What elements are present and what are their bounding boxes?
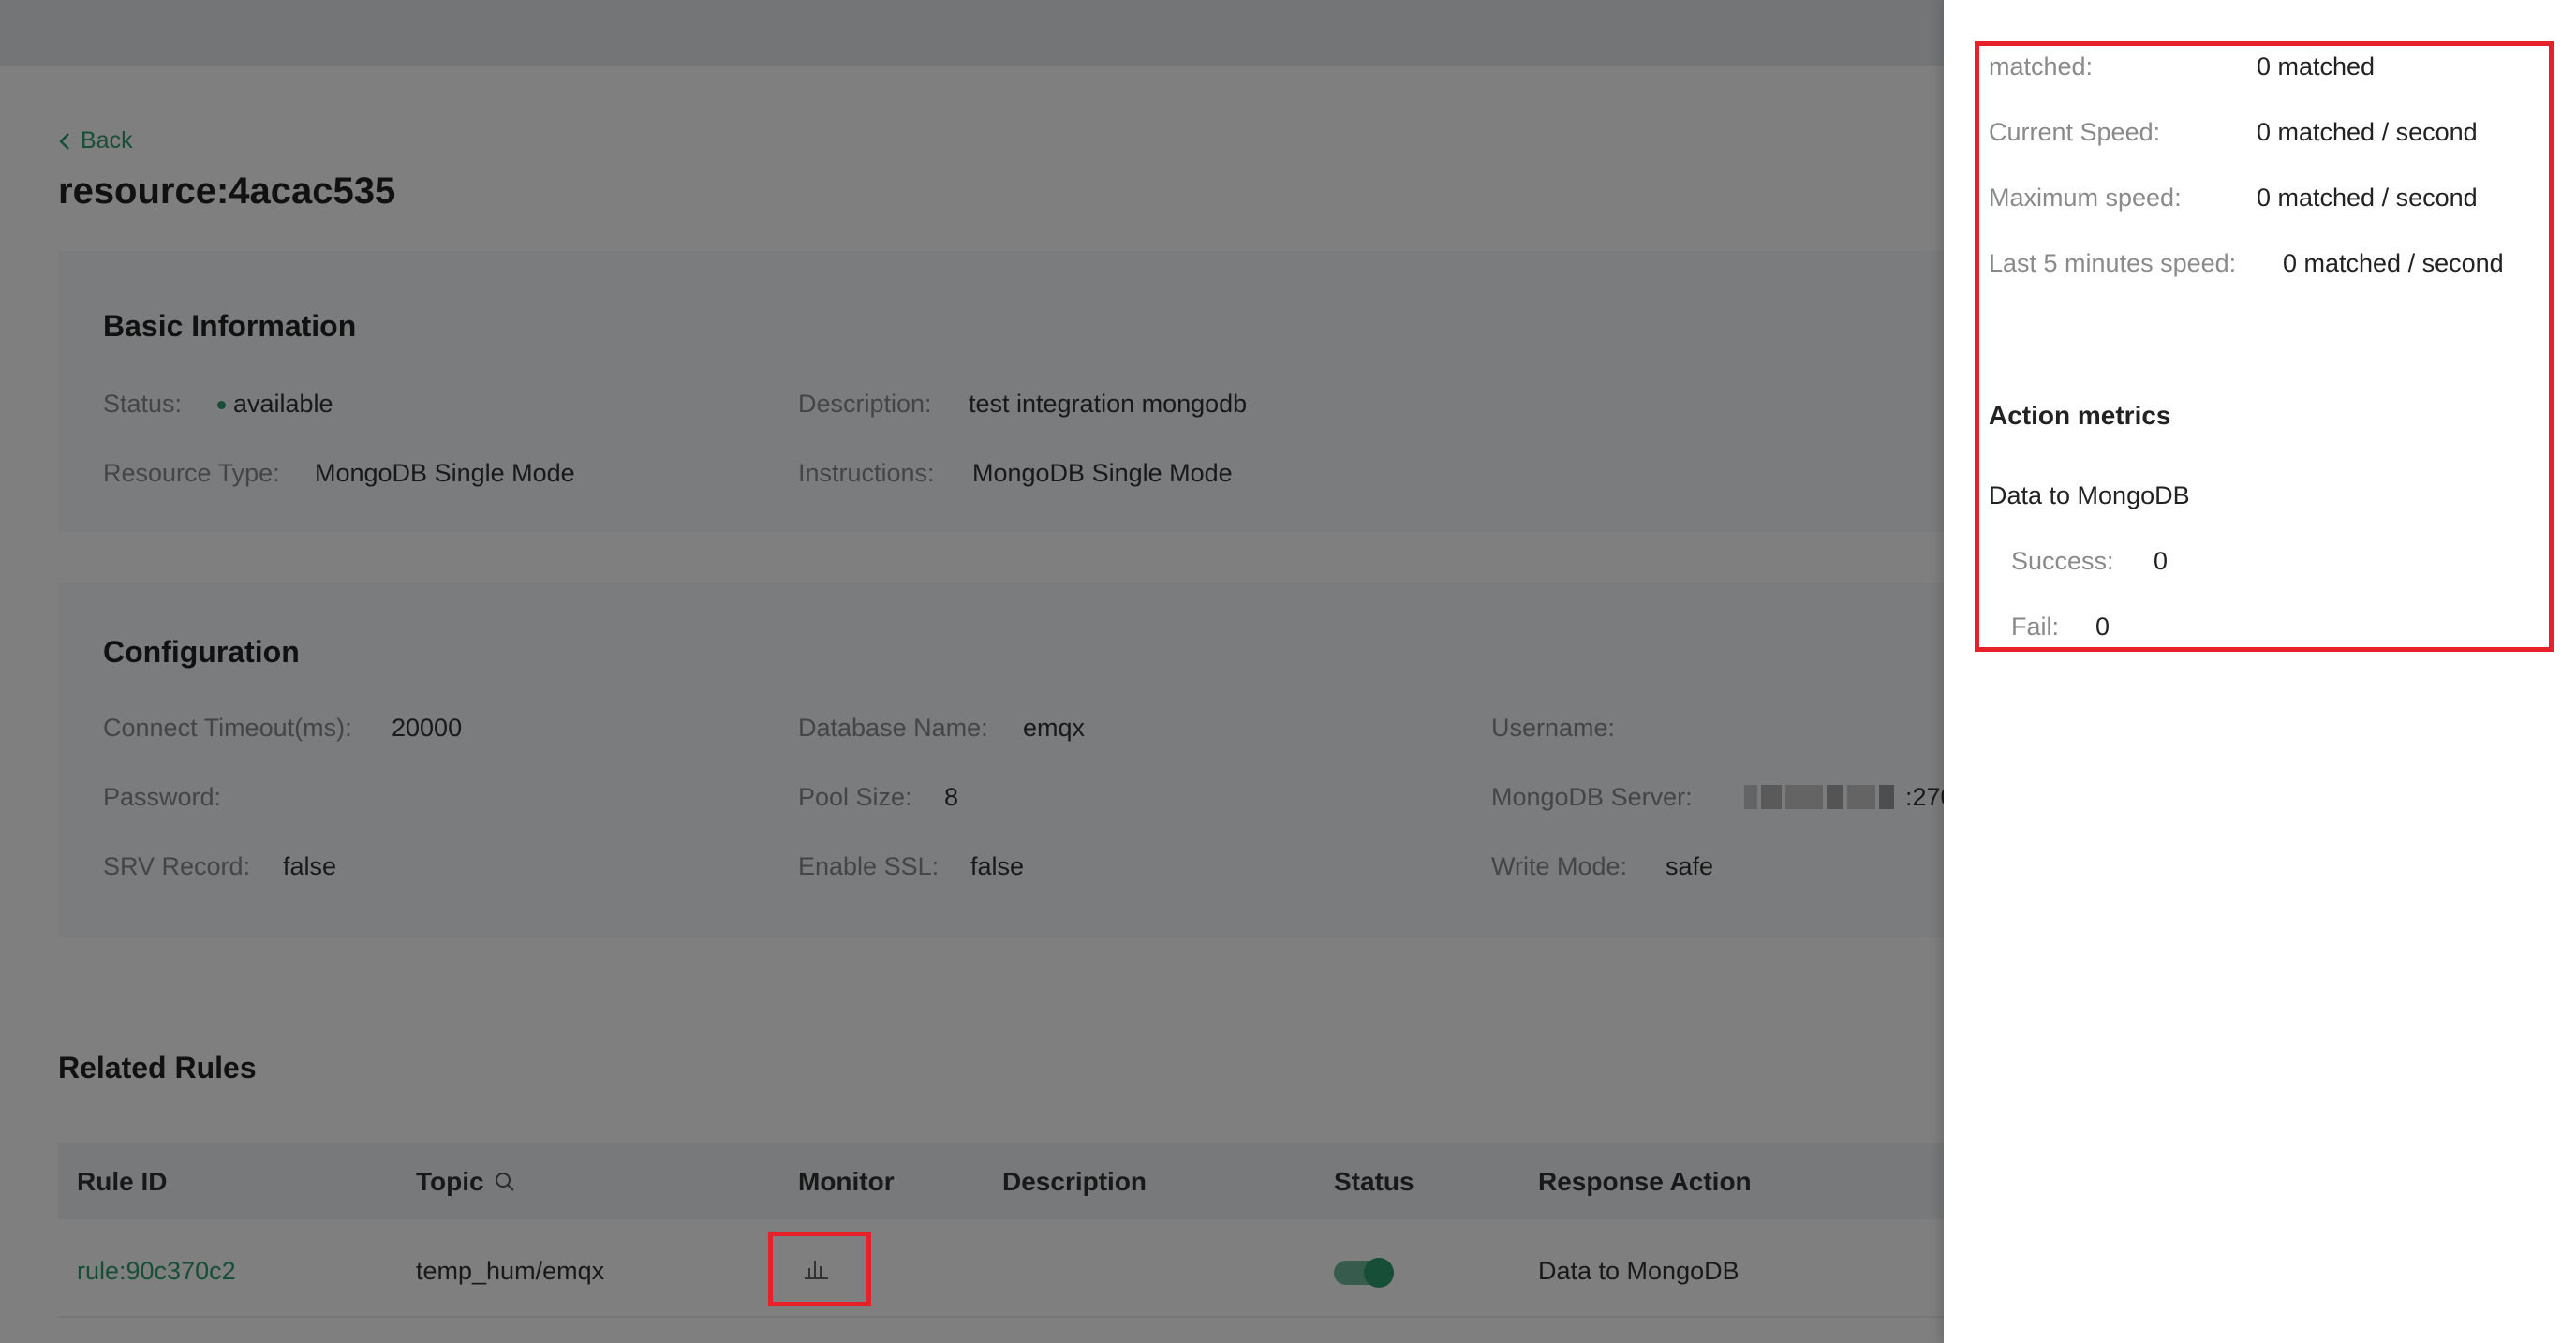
metrics-drawer: matched: 0 matched Current Speed: 0 matc… xyxy=(1944,0,2576,1343)
metrics-highlight-box xyxy=(1975,41,2554,652)
monitor-highlight-box xyxy=(768,1232,871,1306)
modal-overlay[interactable] xyxy=(0,0,1944,1343)
